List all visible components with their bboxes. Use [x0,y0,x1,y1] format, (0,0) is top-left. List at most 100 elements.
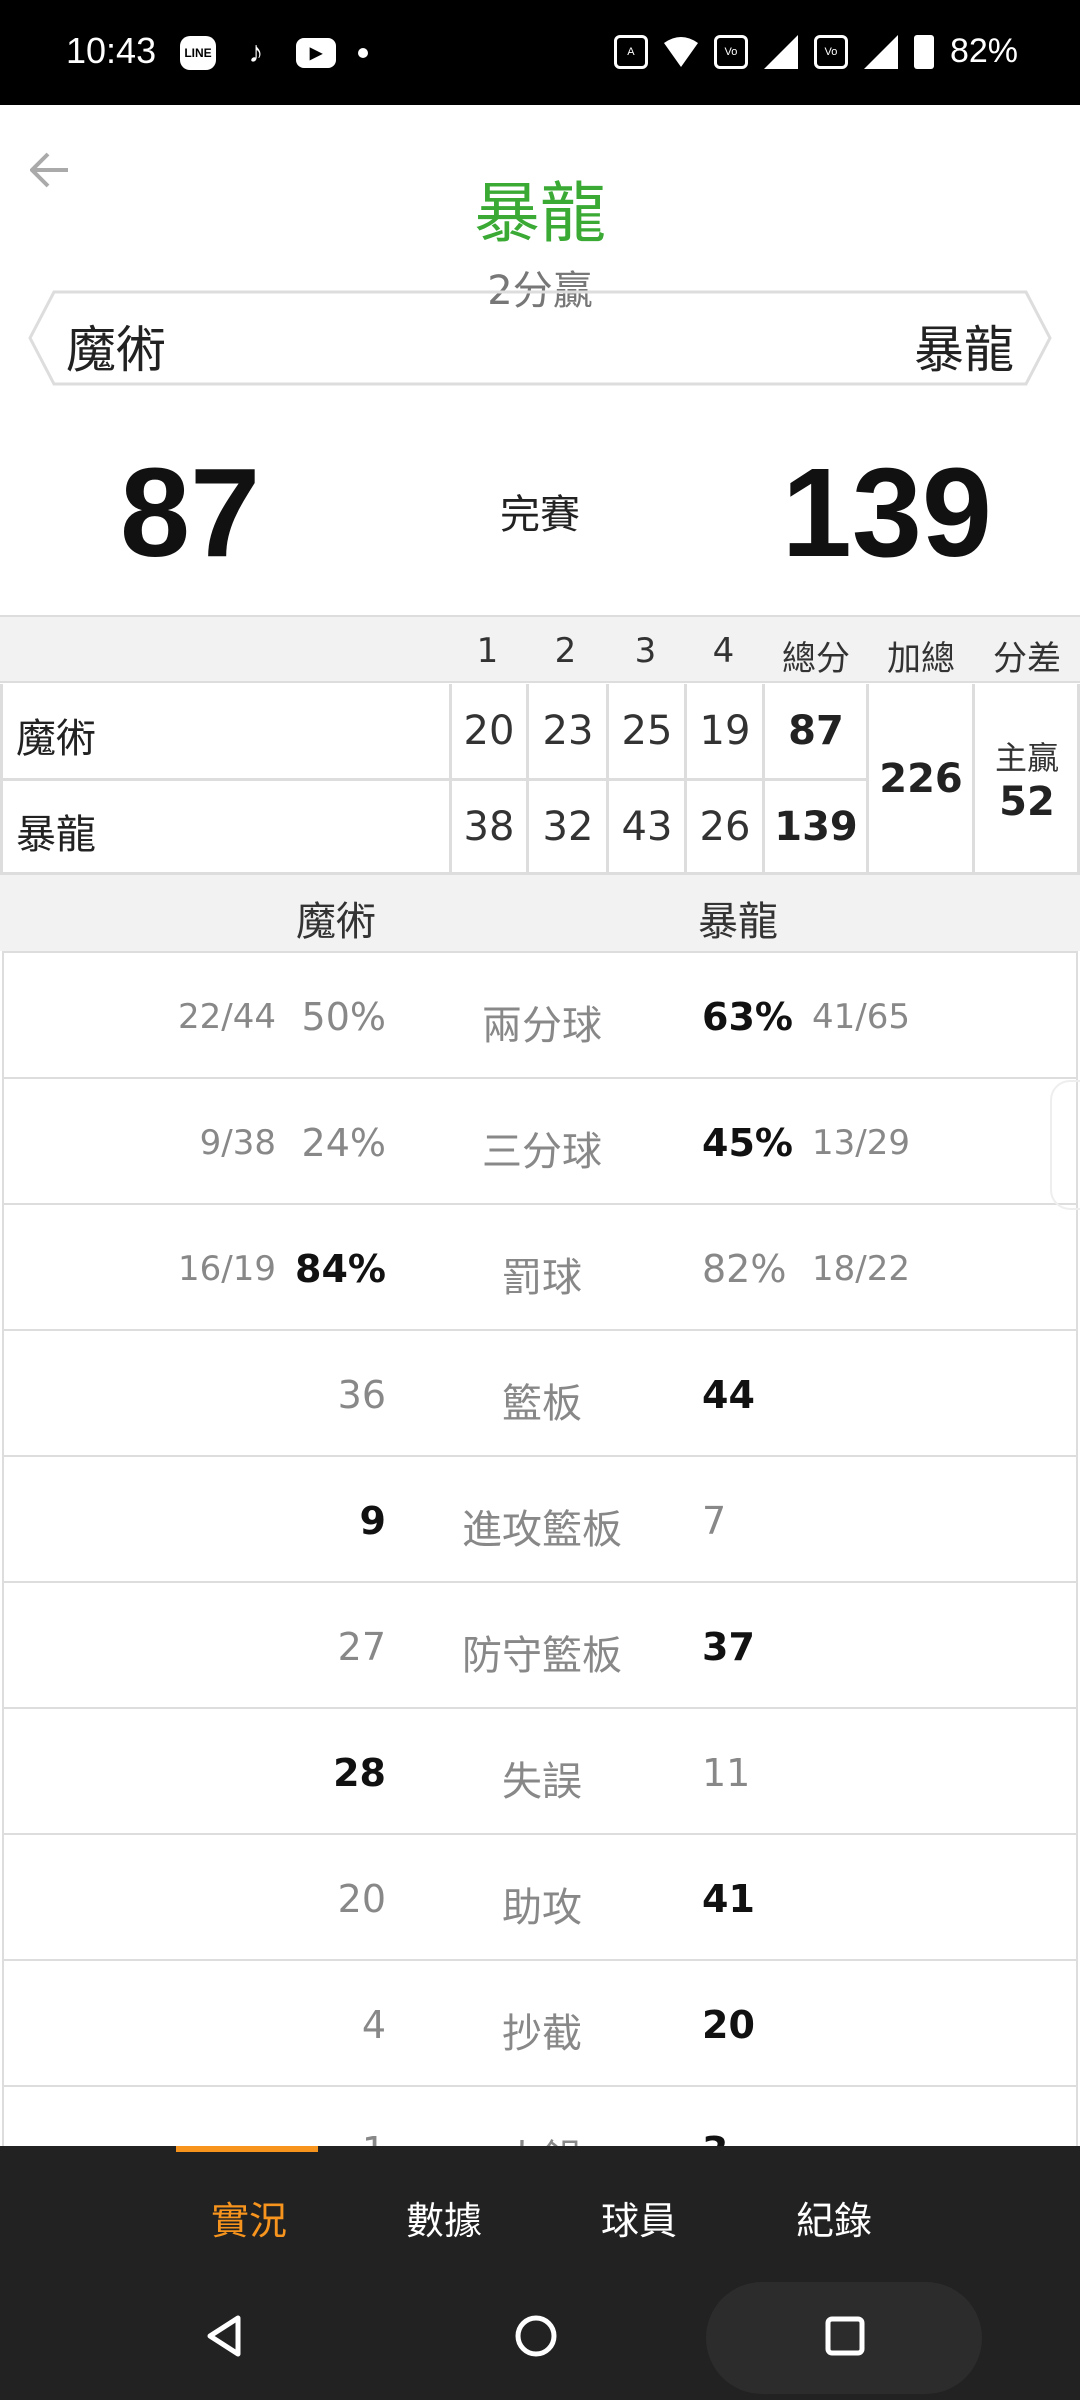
home-stat-value: 3 [702,2129,728,2146]
stat-row: 9 進攻籃板 7 [4,1455,1076,1581]
volte2-icon: Vo [813,34,848,69]
stat-row: 4 抄截 20 [4,1959,1076,2085]
table-divider [526,684,529,874]
status-time: 10:43 [66,30,157,71]
bottom-tab-bar: 實況 數據 球員 紀錄 [0,2146,1080,2276]
quarter-score: 20 [463,708,515,754]
point-diff: 主贏 52 [974,684,1080,874]
home-stat-value: 11 [702,1751,751,1795]
winner-title: 暴龍 [474,175,606,252]
stat-label: 罰球 [502,1255,582,1301]
quarter-4-header: 4 [712,631,735,671]
home-stat-fraction: 18/22 [812,1249,910,1289]
stat-row: 20 助攻 41 [4,1833,1076,1959]
stat-label: 籃板 [502,1381,582,1427]
line-icon: LINE [180,36,216,70]
home-stat-value: 44 [702,1373,755,1417]
quarter-score: 25 [621,708,673,754]
system-nav-bar [0,2276,1080,2400]
stat-row: 22/44 50% 兩分球 63% 41/65 [4,951,1076,1077]
stats-header: 魔術 暴龍 [0,875,1080,951]
signal2-icon [863,34,898,69]
combined-total: 226 [879,756,963,802]
battery-icon [913,34,934,69]
combined-header: 加總 [887,639,955,679]
table-divider [0,778,868,781]
stat-label: 抄截 [502,2011,582,2057]
table-divider [866,684,869,874]
home-stat-value: 37 [702,1625,755,1669]
wifi-icon [663,36,698,67]
quarter-score: 43 [621,804,673,850]
quarter-header: 1 2 3 4 總分 加總 分差 [0,615,1080,683]
stats-list[interactable]: 22/44 50% 兩分球 63% 41/65 9/38 24% 三分球 45% 13/29 16/… [2,951,1078,2146]
quarter-1-header: 1 [476,631,499,671]
tiktok-icon: ♪ [248,36,264,69]
home-stat-value: 7 [702,1499,727,1543]
table-divider [684,684,687,874]
quarter-score: 26 [699,804,751,850]
volte-icon: Vo [713,34,748,69]
stat-label: 進攻籃板 [462,1507,622,1553]
home-stat-fraction: 41/65 [812,997,910,1037]
team-name: 暴龍 [16,812,96,858]
scroll-handle[interactable] [1050,1080,1080,1210]
battery-percent: 82% [949,32,1018,70]
home-stat-value: 45% [702,1121,793,1165]
signal-icon [763,34,798,69]
stat-label: 三分球 [482,1129,602,1175]
tab-stats[interactable]: 數據 [406,2190,482,2245]
diff-value: 52 [999,779,1055,825]
team-total: 139 [774,804,858,850]
table-divider [449,684,452,874]
more-notifications-icon [358,48,368,58]
home-stat-value: 41 [702,1877,755,1921]
quarter-2-header: 2 [554,631,577,671]
youtube-icon: ▶ [296,38,336,68]
table-divider [606,684,609,874]
tab-live[interactable]: 實況 [211,2190,287,2245]
tab-records[interactable]: 紀錄 [796,2190,872,2245]
diff-header: 分差 [993,639,1061,679]
next-team-button[interactable]: 暴龍 [914,310,1014,382]
stat-label: 火鍋 [4,2127,1076,2146]
stats-home-team: 暴龍 [698,899,778,945]
table-divider [972,684,975,874]
total-header: 總分 [782,639,850,679]
team-name: 魔術 [16,716,96,762]
home-stat-value: 63% [702,995,793,1039]
system-icons: A Vo Vo 82% [613,32,1018,71]
team-banner: 魔術 暴龍 [28,290,1052,386]
team-total: 87 [788,708,844,754]
stat-label: 兩分球 [482,1003,602,1049]
status-bar: 10:43 LINE ♪ ▶ A Vo Vo 82% [0,0,1080,105]
stat-row: 16/19 84% 罰球 82% 18/22 [4,1203,1076,1329]
stat-row: 9/38 24% 三分球 45% 13/29 [4,1077,1076,1203]
home-icon[interactable] [506,2306,566,2366]
home-stat-value: 82% [702,1247,787,1291]
quarter-score: 38 [463,804,515,850]
table-divider [762,684,765,874]
tab-players[interactable]: 球員 [601,2190,677,2245]
home-stat-value: 20 [702,2003,755,2047]
quarter-score: 32 [542,804,594,850]
stat-label: 助攻 [502,1885,582,1931]
stat-label: 防守籃板 [462,1633,622,1679]
quarter-score: 19 [699,708,751,754]
notification-icons: LINE ♪ ▶ [180,36,368,70]
prev-team-button[interactable]: 魔術 [66,310,166,382]
table-divider [0,684,3,874]
diff-label: 主贏 [994,739,1059,777]
auto-hz-icon: A [613,34,648,69]
stat-row: 27 防守籃板 37 [4,1581,1076,1707]
stat-row: 36 籃板 44 [4,1329,1076,1455]
stat-label: 失誤 [502,1759,582,1805]
stats-away-team: 魔術 [296,899,376,945]
quarter-3-header: 3 [634,631,657,671]
home-stat-fraction: 13/29 [812,1123,910,1163]
recents-icon[interactable] [815,2306,875,2366]
active-tab-indicator [176,2146,318,2152]
home-score: 139 [781,442,992,583]
back-icon[interactable] [194,2306,254,2366]
stat-row: 1火鍋3 [4,2085,1076,2146]
